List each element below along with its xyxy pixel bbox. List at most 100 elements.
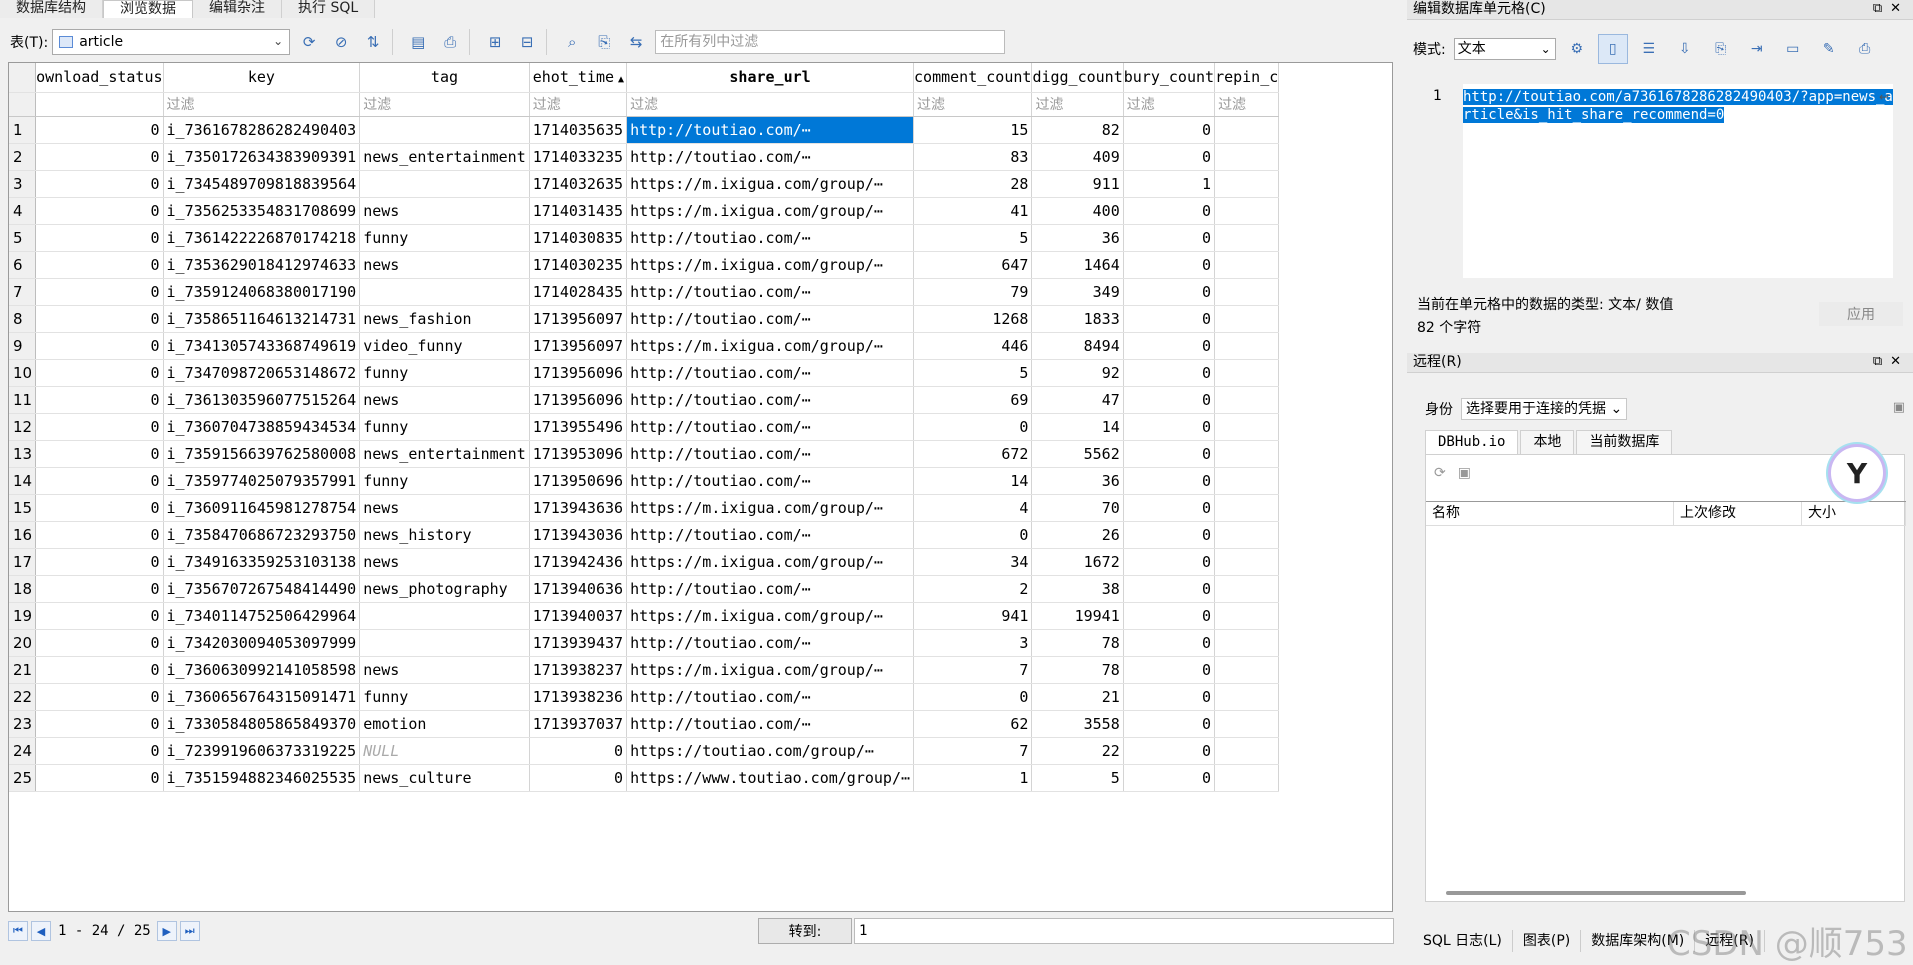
cell-bury-count[interactable]: 0 [1123,224,1216,252]
table-row[interactable]: 4 0 i_7356253354831708699 news 1714031435 htt… [9,197,1280,225]
cell-download-status[interactable]: 0 [35,170,164,198]
cell-digg-count[interactable]: 911 [1031,170,1124,198]
cell-digg-count[interactable]: 78 [1031,629,1124,657]
table-select[interactable]: article ⌄ [52,29,291,55]
cell-repin-count[interactable] [1214,764,1280,792]
cell-share-url[interactable]: http://toutiao.com/⋯ [626,629,915,657]
cell-comment-count[interactable]: 0 [913,521,1033,549]
cell-comment-count[interactable]: 7 [913,656,1033,684]
row-number[interactable]: 12 [9,413,37,441]
column-header[interactable]: bury_count [1123,63,1216,93]
table-row[interactable]: 13 0 i_7359156639762580008 news_entertainme… [9,440,1280,468]
column-header[interactable]: tag [359,63,530,93]
cell-hot-time[interactable]: 1713956097 [529,305,628,333]
cell-key[interactable]: i_7356707267548414490 [163,575,361,603]
cell-tag[interactable]: funny [359,413,530,441]
cell-digg-count[interactable]: 70 [1031,494,1124,522]
cell-repin-count[interactable] [1214,467,1280,495]
cell-download-status[interactable]: 0 [35,683,164,711]
cell-key[interactable]: i_7239919606373319225 [163,737,361,765]
column-filter-input[interactable]: 过滤 [529,92,628,117]
column-header-size[interactable]: 大小 [1802,502,1906,525]
table-row[interactable]: 12 0 i_7360704738859434534 funny 1713955496 h… [9,413,1280,441]
cell-comment-count[interactable]: 41 [913,197,1033,225]
cell-bury-count[interactable]: 0 [1123,359,1216,387]
row-number[interactable]: 23 [9,710,37,738]
cell-editor[interactable]: 1 http://toutiao.com/a736167828628249040… [1423,84,1893,278]
cell-hot-time[interactable]: 1714035635 [529,116,628,144]
refresh-icon[interactable]: ⟳ [1434,465,1446,481]
cell-bury-count[interactable]: 0 [1123,251,1216,279]
cell-repin-count[interactable] [1214,116,1280,144]
cell-key[interactable]: i_7350172634383909391 [163,143,361,171]
cell-comment-count[interactable]: 0 [913,413,1033,441]
cell-key[interactable]: i_7360704738859434534 [163,413,361,441]
cell-digg-count[interactable]: 349 [1031,278,1124,306]
open-external-icon[interactable]: ▭ [1778,34,1808,64]
cell-comment-count[interactable]: 7 [913,737,1033,765]
cell-hot-time[interactable]: 1713938237 [529,656,628,684]
cell-hot-time[interactable]: 1713937037 [529,710,628,738]
cell-repin-count[interactable] [1214,521,1280,549]
cell-tag[interactable] [359,116,530,144]
cell-bury-count[interactable]: 0 [1123,386,1216,414]
cell-hot-time[interactable]: 0 [529,764,628,792]
mode-select[interactable]: 文本 ⌄ [1453,38,1556,60]
cell-hot-time[interactable]: 1714028435 [529,278,628,306]
cell-content[interactable]: http://toutiao.com/a7361678286282490403/… [1463,88,1893,124]
column-filter-input[interactable]: 过滤 [359,92,530,117]
cell-digg-count[interactable]: 36 [1031,224,1124,252]
column-header[interactable]: key [163,63,361,93]
cell-share-url[interactable]: http://toutiao.com/⋯ [626,413,915,441]
cell-download-status[interactable]: 0 [35,332,164,360]
row-number[interactable]: 8 [9,305,37,333]
cell-bury-count[interactable]: 0 [1123,305,1216,333]
cell-share-url[interactable]: http://toutiao.com/⋯ [626,467,915,495]
row-number[interactable]: 9 [9,332,37,360]
row-number[interactable]: 2 [9,143,37,171]
table-row[interactable]: 2 0 i_7350172634383909391 news_entertainmen… [9,143,1280,171]
cell-share-url[interactable]: http://toutiao.com/⋯ [626,305,915,333]
file-list-scrollbar[interactable] [1446,891,1746,895]
cell-key[interactable]: i_7341305743368749619 [163,332,361,360]
cell-comment-count[interactable]: 1268 [913,305,1033,333]
cell-key[interactable]: i_7359774025079357991 [163,467,361,495]
cell-download-status[interactable]: 0 [35,764,164,792]
column-filter-input[interactable]: 过滤 [163,92,361,117]
cell-repin-count[interactable] [1214,305,1280,333]
cell-key[interactable]: i_7351594882346025535 [163,764,361,792]
row-number[interactable]: 11 [9,386,37,414]
print-cell-icon[interactable]: ⎙ [1850,34,1880,64]
row-number[interactable]: 18 [9,575,37,603]
cell-share-url[interactable]: https://www.toutiao.com/group/⋯ [626,764,915,792]
cell-tag[interactable]: news_entertainment [359,440,530,468]
cell-digg-count[interactable]: 400 [1031,197,1124,225]
cell-key[interactable]: i_7361422226870174218 [163,224,361,252]
table-row[interactable]: 20 0 i_7342030094053097999 1713939437 http:/… [9,629,1280,657]
cell-share-url[interactable]: https://toutiao.com/group/⋯ [626,737,915,765]
cell-comment-count[interactable]: 3 [913,629,1033,657]
cell-hot-time[interactable]: 0 [529,737,628,765]
cell-share-url[interactable]: http://toutiao.com/⋯ [626,440,915,468]
cell-download-status[interactable]: 0 [35,710,164,738]
cell-digg-count[interactable]: 26 [1031,521,1124,549]
corner-cell[interactable] [9,63,37,93]
column-filter-input[interactable]: 过滤 [913,92,1033,117]
table-row[interactable]: 10 0 i_7347098720653148672 funny 1713956096 h… [9,359,1280,387]
row-number[interactable]: 7 [9,278,37,306]
cell-download-status[interactable]: 0 [35,143,164,171]
clear-sort-icon[interactable]: ⇅ [360,29,386,55]
tab-local[interactable]: 本地 [1520,430,1575,454]
cell-tag[interactable]: funny [359,359,530,387]
column-header-modified[interactable]: 上次修改 [1674,502,1802,525]
cell-share-url[interactable]: https://m.ixigua.com/group/⋯ [626,170,915,198]
cell-digg-count[interactable]: 22 [1031,737,1124,765]
cell-comment-count[interactable]: 62 [913,710,1033,738]
cell-comment-count[interactable]: 672 [913,440,1033,468]
cell-digg-count[interactable]: 82 [1031,116,1124,144]
cell-tag[interactable]: news [359,251,530,279]
row-number[interactable]: 22 [9,683,37,711]
indent-icon[interactable]: ☰ [1634,34,1664,64]
cell-bury-count[interactable]: 0 [1123,764,1216,792]
table-row[interactable]: 23 0 i_7330584805865849370 emotion 171393703… [9,710,1280,738]
